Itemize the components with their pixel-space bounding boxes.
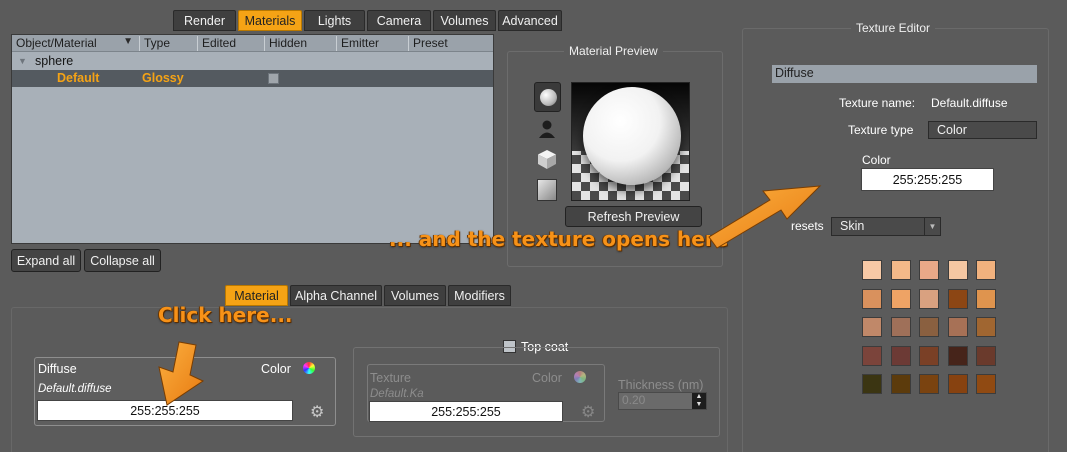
annotation-arrows bbox=[158, 185, 822, 406]
arrow-to-texture-editor bbox=[708, 185, 822, 249]
arrow-to-diffuse-field bbox=[158, 341, 205, 406]
